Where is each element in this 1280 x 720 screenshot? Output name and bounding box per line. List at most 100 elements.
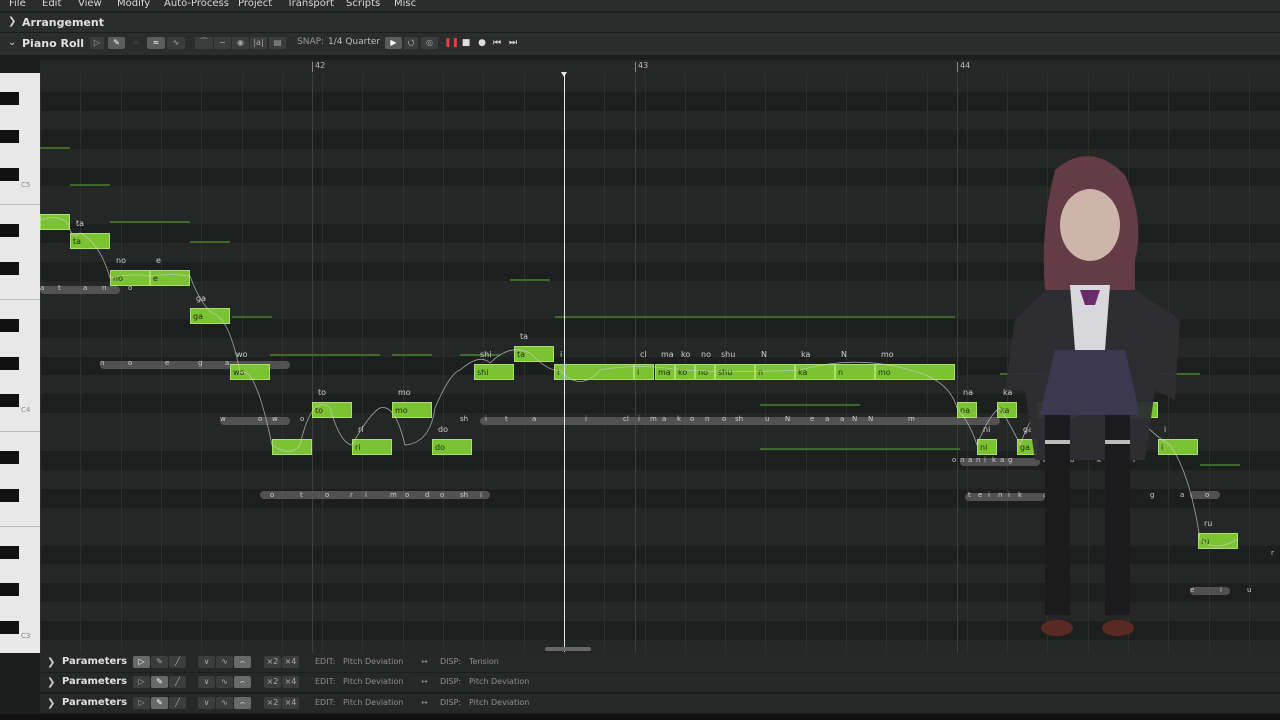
smooth-down-icon[interactable]: ∨ — [198, 697, 215, 709]
link-tool-icon[interactable]: ∞ — [128, 37, 144, 49]
note-block[interactable]: ri — [352, 439, 392, 455]
menu-file[interactable]: File — [9, 0, 26, 9]
smooth-down-icon[interactable]: ∨ — [198, 676, 215, 688]
black-key[interactable] — [0, 621, 19, 635]
menu-edit[interactable]: Edit — [42, 0, 61, 9]
pause-icon[interactable]: ❚❚ — [444, 37, 459, 49]
select-tool-icon[interactable]: ▷ — [90, 37, 104, 49]
playhead-line[interactable] — [564, 72, 565, 652]
vibrato-tool-icon[interactable]: ∿ — [167, 37, 185, 49]
select-tool-icon[interactable]: ▷ — [133, 676, 150, 688]
phoneme-view-icon[interactable]: |a| — [250, 37, 267, 49]
swap-icon[interactable]: ↔ — [421, 657, 428, 666]
pencil-tool-icon[interactable]: ✎ — [151, 656, 168, 668]
note-block[interactable]: shi — [474, 364, 514, 380]
menu-project[interactable]: Project — [238, 0, 272, 9]
skip-forward-icon[interactable]: ⏭ — [507, 37, 519, 49]
zoom-x2-button[interactable]: ×2 — [264, 697, 281, 709]
edit-parameter-select[interactable]: Pitch Deviation — [343, 677, 403, 686]
black-key[interactable] — [0, 262, 19, 275]
play-icon[interactable]: ▶ — [385, 37, 402, 49]
note-block[interactable]: do — [432, 439, 472, 455]
skip-back-icon[interactable]: ⏮ — [491, 37, 503, 49]
chevron-right-icon[interactable]: ❯ — [47, 698, 55, 709]
waveform-view-icon[interactable]: ◉ — [232, 37, 249, 49]
loop-icon[interactable]: ⭯ — [404, 37, 418, 49]
pitch-view-icon[interactable]: ∼ — [214, 37, 231, 49]
note-block[interactable]: mo — [875, 364, 955, 380]
note-block[interactable]: shu — [715, 364, 755, 380]
black-key[interactable] — [0, 167, 19, 181]
note-block[interactable]: n — [835, 364, 875, 380]
line-tool-icon[interactable]: ╱ — [169, 676, 186, 688]
note-block[interactable] — [40, 214, 70, 230]
menu-view[interactable]: View — [78, 0, 102, 9]
metronome-icon[interactable]: ◎ — [421, 37, 438, 49]
note-block[interactable]: na — [957, 402, 977, 418]
select-tool-icon[interactable]: ▷ — [133, 697, 150, 709]
note-block[interactable]: ta — [514, 346, 554, 362]
note-block[interactable]: e — [150, 270, 190, 286]
arrangement-panel-header[interactable]: ❯ Arrangement — [0, 13, 1280, 32]
zoom-x4-button[interactable]: ×4 — [282, 697, 299, 709]
note-block[interactable]: mo — [392, 402, 432, 418]
pencil-tool-icon[interactable]: ✎ — [151, 676, 168, 688]
snap-value-dropdown[interactable]: 1/4 Quarter — [328, 37, 380, 47]
line-tool-icon[interactable]: ╱ — [169, 656, 186, 668]
curve-view-icon[interactable]: ⁀ — [195, 37, 213, 49]
note-block[interactable]: ru — [1198, 533, 1238, 549]
black-key[interactable] — [0, 451, 19, 464]
note-block[interactable]: i — [634, 364, 654, 380]
pitch-tool-icon[interactable]: ≈ — [147, 37, 165, 49]
black-key[interactable] — [0, 583, 19, 597]
piano-keyboard[interactable]: C5 C4 C3 — [0, 73, 40, 653]
horizontal-scrollbar[interactable] — [545, 647, 591, 651]
black-key[interactable] — [0, 224, 19, 238]
smooth-curve-icon[interactable]: ∿ — [216, 676, 233, 688]
smooth-curve-icon[interactable]: ∿ — [216, 656, 233, 668]
black-key[interactable] — [0, 129, 19, 143]
arc-tool-icon[interactable]: ⌢ — [234, 656, 251, 668]
black-key[interactable] — [0, 356, 19, 370]
note-block[interactable]: n — [755, 364, 795, 380]
swap-icon[interactable]: ↔ — [421, 677, 428, 686]
black-key[interactable] — [0, 545, 19, 559]
timeline-ruler[interactable] — [40, 60, 1280, 73]
note-block[interactable]: ko — [675, 364, 695, 380]
chevron-down-icon[interactable]: ⌄ — [8, 37, 16, 48]
select-tool-icon[interactable]: ▷ — [133, 656, 150, 668]
menu-transport[interactable]: Transport — [287, 0, 334, 9]
keyboard-view-icon[interactable]: ▤ — [269, 37, 286, 49]
note-block[interactable]: ma — [655, 364, 675, 380]
zoom-x4-button[interactable]: ×4 — [282, 656, 299, 668]
smooth-curve-icon[interactable]: ∿ — [216, 697, 233, 709]
note-block[interactable]: ta — [70, 233, 110, 249]
black-key[interactable] — [0, 318, 19, 332]
note-block[interactable]: ka — [795, 364, 835, 380]
pencil-tool-icon[interactable]: ✎ — [151, 697, 168, 709]
record-icon[interactable]: ● — [476, 37, 488, 49]
note-block[interactable] — [272, 439, 312, 455]
chevron-right-icon[interactable]: ❯ — [47, 657, 55, 668]
zoom-x4-button[interactable]: ×4 — [282, 676, 299, 688]
edit-parameter-select[interactable]: Pitch Deviation — [343, 698, 403, 707]
note-block[interactable]: i — [554, 364, 634, 380]
note-block[interactable]: ga — [190, 308, 230, 324]
zoom-x2-button[interactable]: ×2 — [264, 656, 281, 668]
zoom-x2-button[interactable]: ×2 — [264, 676, 281, 688]
pencil-tool-icon[interactable]: ✎ — [108, 37, 125, 49]
note-block[interactable]: to — [312, 402, 352, 418]
chevron-right-icon[interactable]: ❯ — [47, 677, 55, 688]
black-key[interactable] — [0, 488, 19, 502]
edit-parameter-select[interactable]: Pitch Deviation — [343, 657, 403, 666]
black-key[interactable] — [0, 394, 19, 408]
swap-icon[interactable]: ↔ — [421, 698, 428, 707]
menu-misc[interactable]: Misc — [394, 0, 416, 9]
menu-scripts[interactable]: Scripts — [346, 0, 380, 9]
arc-tool-icon[interactable]: ⌢ — [234, 676, 251, 688]
display-parameter-select[interactable]: Pitch Deviation — [469, 677, 529, 686]
line-tool-icon[interactable]: ╱ — [169, 697, 186, 709]
display-parameter-select[interactable]: Pitch Deviation — [469, 698, 529, 707]
menu-auto-process[interactable]: Auto-Process — [164, 0, 229, 9]
smooth-down-icon[interactable]: ∨ — [198, 656, 215, 668]
